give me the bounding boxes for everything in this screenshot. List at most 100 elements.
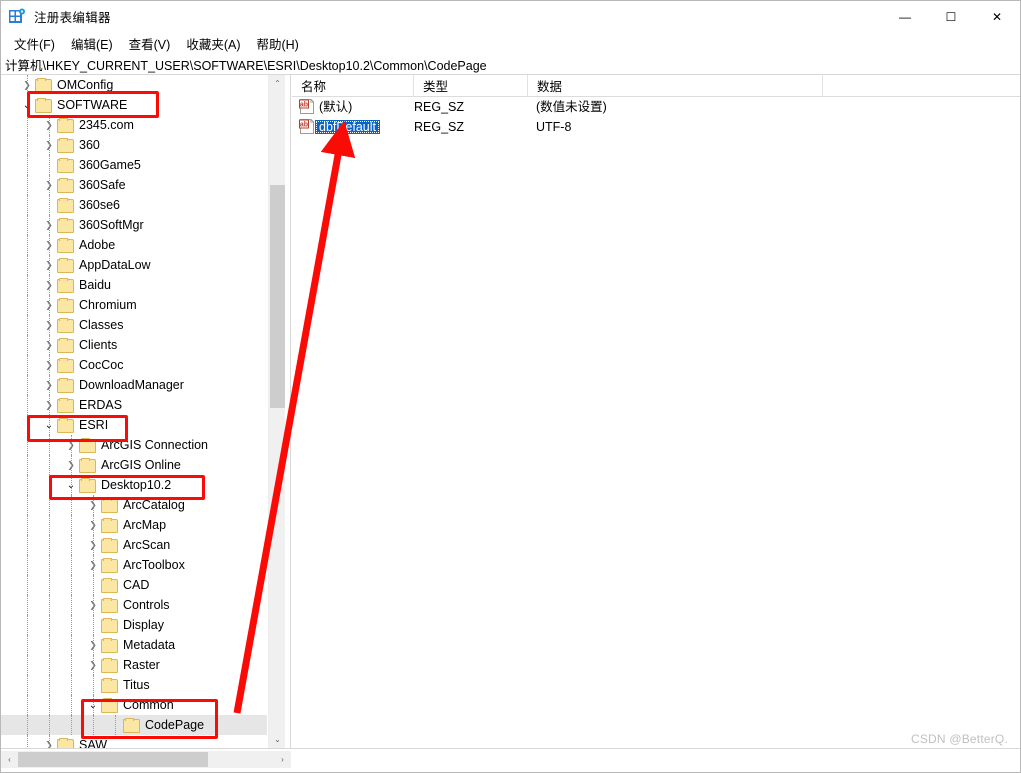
folder-icon [57,278,74,293]
tree-item-360se6[interactable]: ·360se6 [1,195,267,215]
menu-bar: 文件(F) 编辑(E) 查看(V) 收藏夹(A) 帮助(H) [1,32,1020,54]
folder-icon [57,118,74,133]
tree-item-label: CocCoc [79,358,124,372]
folder-icon [57,218,74,233]
tree-scroll-down-button[interactable]: ⌄ [269,731,286,748]
menu-item-view[interactable]: 查看(V) [122,32,180,55]
value-name: (默认) [319,100,353,114]
folder-icon [57,138,74,153]
tree-item-360safe[interactable]: ❯ 360Safe [1,175,267,195]
tree-guide-line [27,715,28,735]
tree-item-controls[interactable]: ❯ Controls [1,595,267,615]
registry-values-pane[interactable]: 名称 类型 数据 ab (默认) REG_SZ (数值未设置) ab dbfDefault… [292,74,1020,748]
tree-item-raster[interactable]: ❯ Raster [1,655,267,675]
menu-item-edit[interactable]: 编辑(E) [64,32,122,55]
column-header-name[interactable]: 名称 [292,74,414,97]
tree-item-label: 360Game5 [79,158,141,172]
tree-guide-line [49,615,50,635]
tree-item-label: DownloadManager [79,378,184,392]
tree-item-label: CAD [123,578,150,592]
scroll-left-button[interactable]: ‹ [1,751,18,768]
tree-item-cad[interactable]: ·CAD [1,575,267,595]
tree-item-esri[interactable]: ⌄ ESRI [1,415,267,435]
tree-item-saw[interactable]: ❯ SAW [1,735,267,748]
tree-item-label: SOFTWARE [57,98,128,112]
tree-item-codepage[interactable]: ·CodePage [1,715,267,735]
tree-guide-line [49,675,50,695]
tree-item-chromium[interactable]: ❯ Chromium [1,295,267,315]
maximize-button[interactable]: ☐ [928,1,974,32]
tree-item-arcmap[interactable]: ❯ ArcMap [1,515,267,535]
title-bar[interactable]: 注册表编辑器 — ☐ ✕ [1,1,1020,32]
horizontal-scrollbar-thumb[interactable] [18,752,208,767]
tree-item-metadata[interactable]: ❯ Metadata [1,635,267,655]
column-header-data[interactable]: 数据 [528,74,823,97]
tree-guide-line [71,595,72,615]
svg-text:ab: ab [300,122,308,129]
tree-item-display[interactable]: ·Display [1,615,267,635]
folder-icon [101,538,118,553]
scroll-right-button[interactable]: › [274,751,291,768]
tree-guide-line [27,175,28,195]
registry-value-row[interactable]: ab (默认) REG_SZ (数值未设置) [292,97,1020,117]
tree-guide-line [93,675,94,695]
tree-scroll-up-button[interactable]: ⌃ [269,75,286,92]
tree-item-label: ESRI [79,418,109,432]
tree-item-adobe[interactable]: ❯ Adobe [1,235,267,255]
registry-tree-pane[interactable]: ❯OMConfig⌄SOFTWARE❯2345.com❯360·360Game5… [1,75,291,748]
tree-item-360softmgr[interactable]: ❯ 360SoftMgr [1,215,267,235]
menu-item-help[interactable]: 帮助(H) [249,32,307,55]
tree-item-software[interactable]: ⌄ SOFTWARE [1,95,267,115]
minimize-button[interactable]: — [882,1,928,32]
tree-guide-line [49,495,50,515]
tree-item-360[interactable]: ❯ 360 [1,135,267,155]
value-name-selected[interactable]: dbfDefault [315,120,380,134]
address-bar[interactable]: 计算机\HKEY_CURRENT_USER\SOFTWARE\ESRI\Desk… [1,54,1020,75]
tree-item-arctoolbox[interactable]: ❯ ArcToolbox [1,555,267,575]
tree-guide-line [27,95,28,115]
tree-guide-line [27,235,28,255]
registry-value-row[interactable]: ab dbfDefault REG_SZ UTF-8 [292,117,1020,137]
tree-scrollbar-thumb[interactable] [270,185,285,408]
tree-item-desktop10-2[interactable]: ⌄ Desktop10.2 [1,475,267,495]
tree-item-baidu[interactable]: ❯ Baidu [1,275,267,295]
tree-guide-line [49,695,50,715]
tree-item-titus[interactable]: ·Titus [1,675,267,695]
tree-item-clients[interactable]: ❯ Clients [1,335,267,355]
menu-item-favorites[interactable]: 收藏夹(A) [179,32,249,55]
close-button[interactable]: ✕ [974,1,1020,32]
tree-item-arcscan[interactable]: ❯ ArcScan [1,535,267,555]
folder-icon [101,638,118,653]
tree-item-common[interactable]: ⌄ Common [1,695,267,715]
tree-item-label: Classes [79,318,124,332]
column-header-type[interactable]: 类型 [414,74,528,97]
tree-guide-line [27,295,28,315]
tree-guide-line [49,335,50,355]
tree-item-downloadmanager[interactable]: ❯ DownloadManager [1,375,267,395]
value-type: REG_SZ [414,100,465,114]
tree-item-label: ArcGIS Online [101,458,181,472]
tree-item-arccatalog[interactable]: ❯ ArcCatalog [1,495,267,515]
tree-item-omconfig[interactable]: ❯ OMConfig [1,75,267,95]
tree-item-classes[interactable]: ❯ Classes [1,315,267,335]
tree-item-label: 360 [79,138,100,152]
menu-item-file[interactable]: 文件(F) [7,32,64,55]
tree-item-arcgis-connection[interactable]: ❯ ArcGIS Connection [1,435,267,455]
tree-item-appdatalow[interactable]: ❯ AppDataLow [1,255,267,275]
tree-guide-line [93,495,94,515]
tree-item-erdas[interactable]: ❯ ERDAS [1,395,267,415]
folder-icon [57,398,74,413]
tree-vertical-scrollbar[interactable]: ⌃ ⌄ [268,75,285,748]
tree-item-360game5[interactable]: ·360Game5 [1,155,267,175]
tree-item-arcgis-online[interactable]: ❯ ArcGIS Online [1,455,267,475]
tree-guide-line [27,415,28,435]
folder-icon [79,438,96,453]
tree-guide-line [93,615,94,635]
tree-item-coccoc[interactable]: ❯ CocCoc [1,355,267,375]
tree-item-label: 360se6 [79,198,121,212]
tree-guide-line [27,135,28,155]
tree-guide-line [71,615,72,635]
horizontal-scrollbar[interactable]: ‹ › [1,751,291,768]
tree-guide-line [27,315,28,335]
tree-item-2345-com[interactable]: ❯ 2345.com [1,115,267,135]
